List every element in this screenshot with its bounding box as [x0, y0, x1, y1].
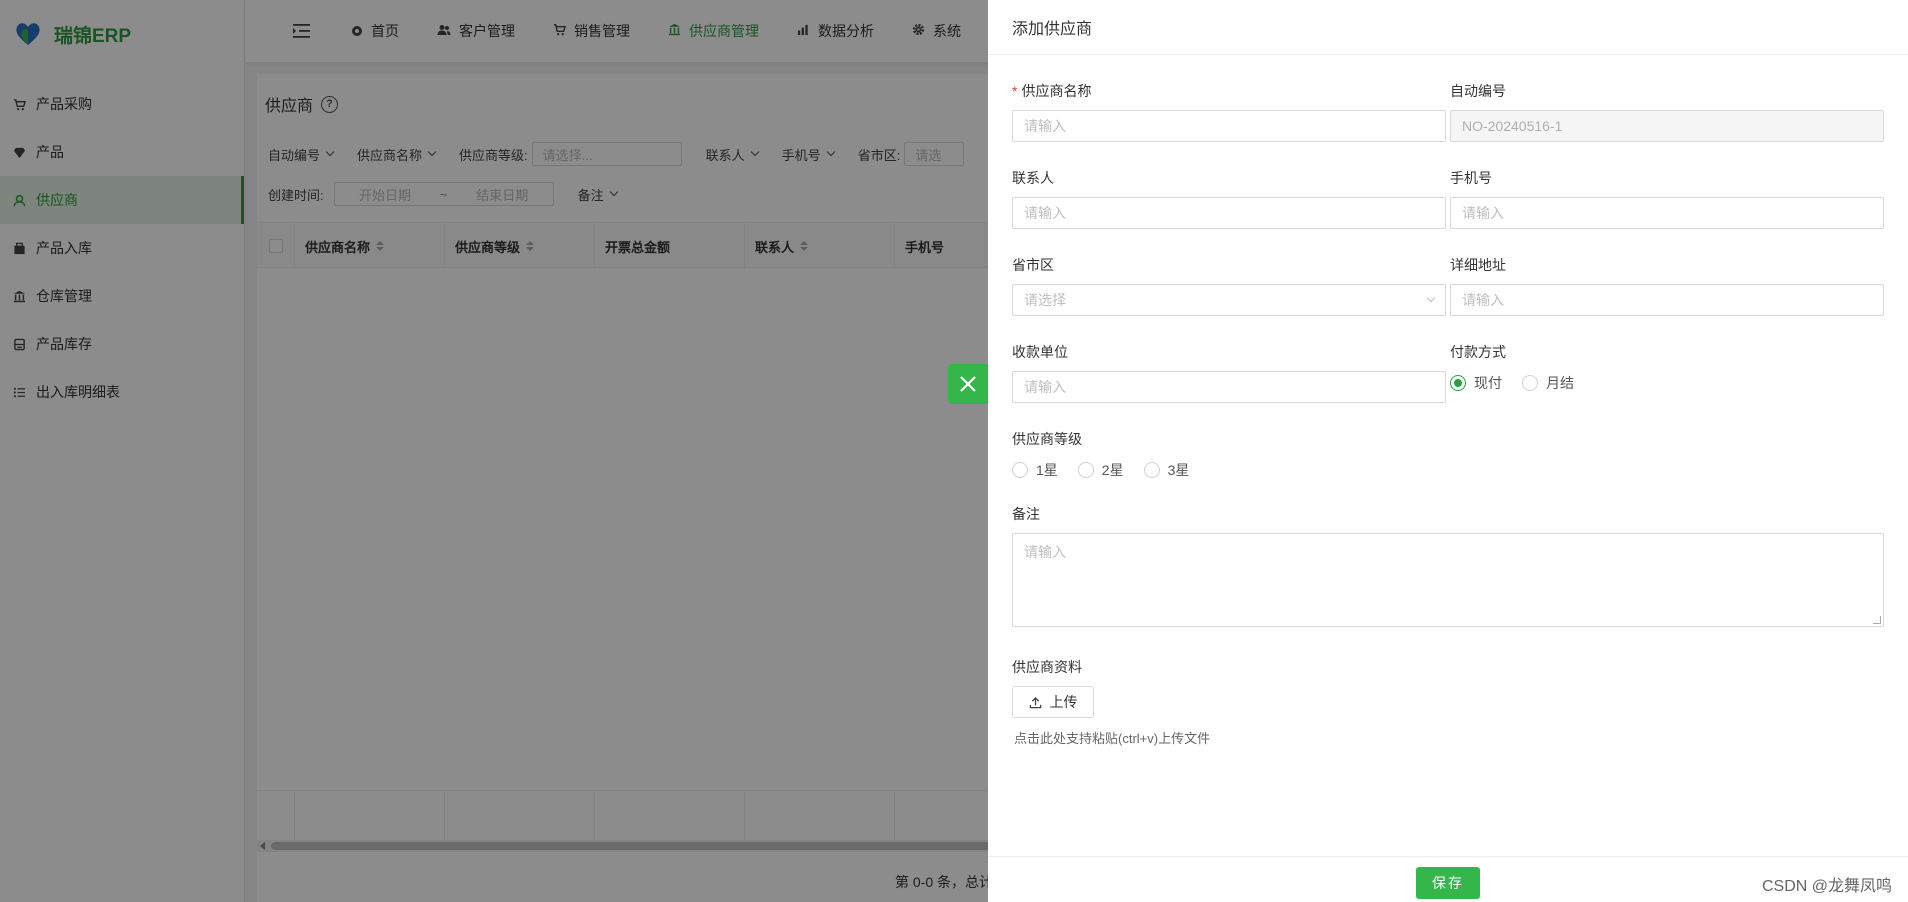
field-label: 联系人 [1012, 170, 1054, 186]
address-input[interactable]: 请输入 [1450, 284, 1884, 316]
field-address: 详细地址 请输入 [1450, 254, 1884, 316]
field-payment-method: 付款方式 现付 月结 [1450, 341, 1884, 395]
level-radio-group: 1星 2星 3星 [1012, 458, 1446, 482]
radio-unchecked[interactable] [1077, 462, 1094, 478]
field-label: 供应商等级 [1012, 431, 1082, 447]
level-option-2[interactable]: 2星 [1077, 460, 1124, 480]
field-contact: 联系人 请输入 [1012, 167, 1446, 229]
radio-label: 3星 [1167, 462, 1190, 478]
close-icon [960, 376, 976, 392]
field-label: 自动编号 [1450, 83, 1506, 99]
payee-input[interactable]: 请输入 [1012, 371, 1446, 403]
field-label: 手机号 [1450, 170, 1492, 186]
contact-input[interactable]: 请输入 [1012, 197, 1446, 229]
payment-option-monthly[interactable]: 月结 [1522, 373, 1574, 393]
radio-label: 1星 [1036, 462, 1058, 478]
field-label: 省市区 [1012, 257, 1054, 273]
radio-unchecked[interactable] [1143, 462, 1160, 478]
add-supplier-drawer: 添加供应商 * 供应商名称 请输入 自动编号 NO-20240516-1 联系人 … [988, 0, 1908, 902]
required-mark: * [1012, 83, 1018, 99]
field-label: 详细地址 [1450, 257, 1506, 273]
payment-radio-group: 现付 月结 [1450, 371, 1884, 395]
radio-label: 月结 [1546, 375, 1574, 391]
field-label: 备注 [1012, 506, 1040, 522]
level-option-3[interactable]: 3星 [1143, 460, 1190, 480]
field-label: 付款方式 [1450, 344, 1506, 360]
field-auto-no: 自动编号 NO-20240516-1 [1450, 80, 1884, 142]
field-supplier-materials: 供应商资料 上传 点击此处支持粘贴(ctrl+v)上传文件 [1012, 656, 1446, 747]
drawer-close-button[interactable] [948, 364, 988, 404]
field-label: 供应商资料 [1012, 659, 1082, 675]
label-text: 供应商名称 [1021, 83, 1092, 99]
field-remark: 备注 请输入 [1012, 503, 1884, 627]
radio-label: 2星 [1101, 462, 1124, 478]
field-phone: 手机号 请输入 [1450, 167, 1884, 229]
remark-textarea[interactable]: 请输入 [1012, 533, 1884, 627]
upload-label: 上传 [1049, 694, 1078, 710]
level-option-1[interactable]: 1星 [1012, 460, 1058, 480]
payment-option-cash[interactable]: 现付 [1450, 373, 1502, 393]
radio-label: 现付 [1474, 375, 1502, 391]
upload-icon [1029, 696, 1041, 708]
field-payee: 收款单位 请输入 [1012, 341, 1446, 403]
select-placeholder: 请选择 [1024, 292, 1066, 308]
radio-checked[interactable] [1450, 375, 1466, 391]
auto-no-input: NO-20240516-1 [1450, 110, 1884, 142]
save-button[interactable]: 保存 [1416, 867, 1480, 899]
region-select[interactable]: 请选择 [1012, 284, 1446, 316]
chevron-down-icon [1426, 293, 1436, 303]
field-supplier-level: 供应商等级 1星 2星 3星 [1012, 428, 1446, 482]
upload-button[interactable]: 上传 [1012, 686, 1094, 718]
phone-input[interactable]: 请输入 [1450, 197, 1884, 229]
radio-unchecked[interactable] [1012, 462, 1028, 478]
paste-upload-hint[interactable]: 点击此处支持粘贴(ctrl+v)上传文件 [1012, 728, 1446, 747]
supplier-name-input[interactable]: 请输入 [1012, 110, 1446, 142]
resize-handle-icon[interactable] [1873, 616, 1881, 624]
drawer-title: 添加供应商 [988, 0, 1908, 55]
watermark-text: CSDN @龙舞凤鸣 [1761, 878, 1892, 895]
textarea-placeholder: 请输入 [1024, 544, 1066, 560]
field-supplier-name: * 供应商名称 请输入 [1012, 80, 1446, 142]
field-label: * 供应商名称 [1012, 80, 1446, 102]
field-region: 省市区 请选择 [1012, 254, 1446, 316]
radio-unchecked[interactable] [1522, 375, 1538, 391]
field-label: 收款单位 [1012, 344, 1068, 360]
